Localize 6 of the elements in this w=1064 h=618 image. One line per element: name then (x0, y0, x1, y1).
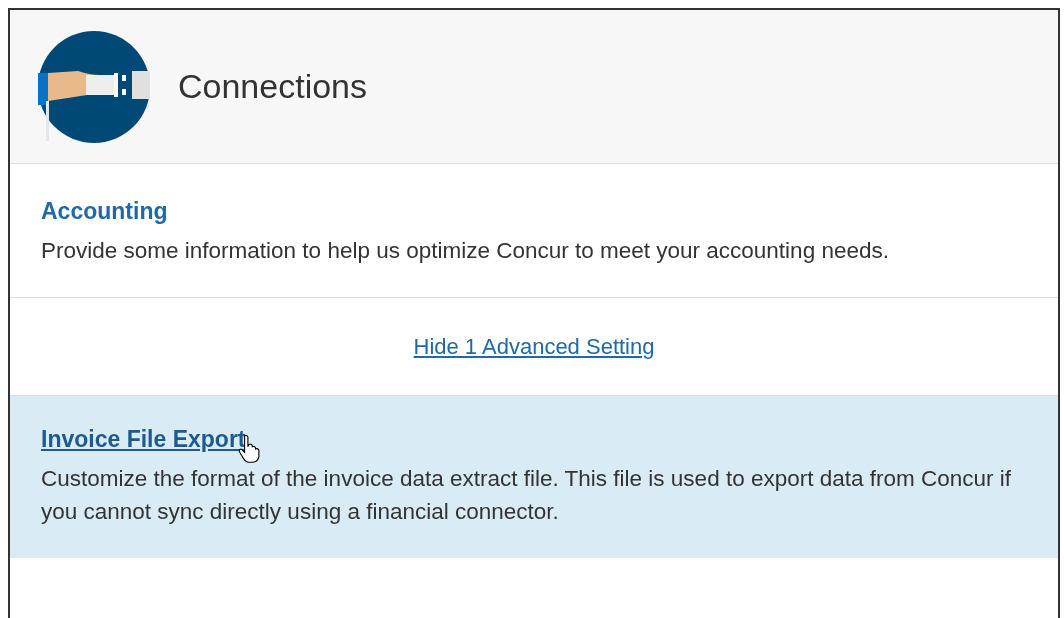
hide-advanced-link[interactable]: Hide 1 Advanced Setting (413, 333, 655, 360)
plug-logo-icon (38, 30, 150, 143)
section-description: Provide some information to help us optimize Concur to meet your accounting needs. (41, 237, 890, 265)
section-description: Customize the format of the invoice data extract file. This file is used to export data from Concur if you cannot sync directly using a financial connector. (41, 465, 1013, 526)
page-title: Connections (178, 67, 367, 106)
section-title-link[interactable]: Accounting (41, 198, 168, 225)
